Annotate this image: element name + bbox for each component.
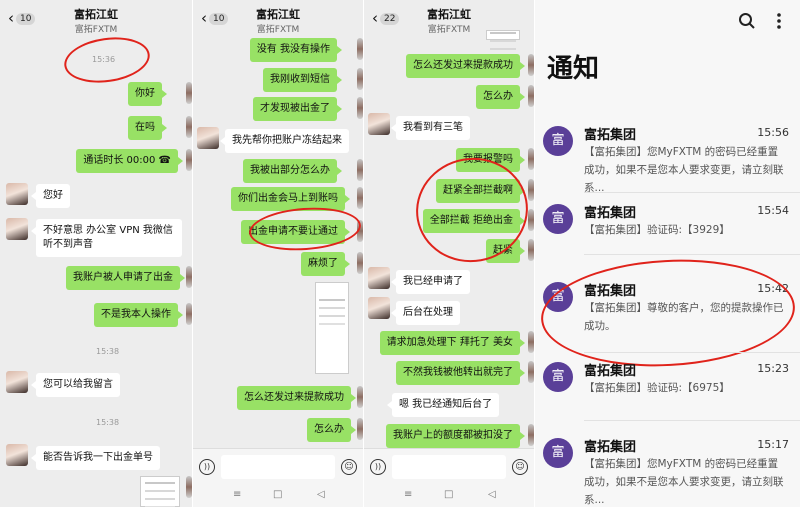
avatar [197,127,219,149]
avatar [6,183,28,205]
contact-subtitle: 富拓FXTM [74,25,118,35]
sender-name: 富拓集团 [584,206,637,221]
sender-name: 富拓集团 [584,440,637,455]
avatar [6,444,28,466]
message-bubble[interactable]: 您好 [31,184,70,208]
home-nav-icon[interactable]: □ [273,489,282,500]
message-bubble[interactable]: 没有 我没有操作 [249,38,343,62]
annotation-circle [538,253,798,373]
avatar: 富 [543,362,573,392]
message-bubble[interactable]: 你好 [128,82,167,106]
message-bubble[interactable]: 我刚收到短信 [263,68,342,92]
chat-screen-2: ‹ 10 富拓江虹 富拓FXTM 没有 我没有操作 我刚收到短信 才发现被出金了 … [193,0,363,507]
message-bubble[interactable]: 我账户被人申请了出金 [66,266,185,290]
message-bubble[interactable]: 怎么还发过来提款成功 [237,386,356,410]
message-bubble[interactable]: 嗯 我已经通知后台了 [386,393,500,417]
message-bubble[interactable]: 我看到有三笔 [391,116,470,140]
avatar: 富 [543,126,573,156]
divider [584,192,800,193]
notification-time: 15:54 [757,204,789,217]
notification-text: 【富拓集团】验证码:【6975】 [584,382,730,394]
avatar: 富 [543,204,573,234]
message-bubble[interactable]: 我已经申请了 [391,270,470,294]
notification-time: 15:17 [757,438,789,451]
contact-name: 富拓江虹 [427,8,471,21]
call-duration: 通话时长 00:00 [83,155,156,166]
chat-screen-1: ‹ 10 富拓江虹 富拓FXTM 15:36 你好 在吗 通话时长 00:00 ☎… [0,0,192,507]
avatar [368,267,390,289]
avatar: 富 [543,438,573,468]
voice-icon[interactable]: )) [370,459,386,475]
chat-header: ‹ 10 富拓江虹 富拓FXTM [0,0,192,40]
notification-text: 【富拓集团】您MyFXTM 的密码已经重置成功，如果不是您本人要求变更，请立刻联… [584,146,784,194]
notification-item[interactable]: 富 富拓集团 15:17 【富拓集团】您MyFXTM 的密码已经重置成功，如果不… [535,432,800,506]
divider [584,254,800,255]
call-record-bubble[interactable]: 通话时长 00:00 ☎ [76,149,183,173]
message-bubble[interactable]: 不好意思 办公室 VPN 我微信听不到声音 [31,219,182,257]
message-bubble[interactable]: 不是我本人操作 [94,303,183,327]
message-bubble[interactable]: 您可以给我留言 [31,373,120,397]
notification-text: 【富拓集团】验证码:【3929】 [584,224,730,236]
annotation-circle [61,32,153,88]
notification-time: 15:23 [757,362,789,375]
system-nav-bar: ≡ □ ◁ [193,485,363,507]
search-icon[interactable] [738,12,756,34]
menu-nav-icon[interactable]: ≡ [233,489,241,500]
timestamp: 15:38 [96,347,120,356]
contact-name: 富拓江虹 [256,8,300,21]
input-bar: )) ☺ [193,448,363,485]
page-title: 通知 [547,54,600,84]
notification-item[interactable]: 富 富拓集团 15:23 【富拓集团】验证码:【6975】 [535,356,800,408]
back-nav-icon[interactable]: ◁ [488,489,496,500]
notification-time: 15:56 [757,126,789,139]
notification-item[interactable]: 富 富拓集团 15:54 【富拓集团】验证码:【3929】 [535,198,800,250]
message-bubble[interactable]: 我被出部分怎么办 [243,159,342,183]
message-bubble[interactable]: 怎么办 [307,418,356,442]
phone-icon: ☎ [158,155,171,166]
contact-name: 富拓江虹 [74,8,118,21]
message-bubble[interactable]: 我先帮你把账户冻结起来 [220,129,349,153]
image-message[interactable] [140,476,180,507]
message-bubble[interactable]: 后台在处理 [391,301,460,325]
input-bar: )) ☺ [364,448,534,485]
back-nav-icon[interactable]: ◁ [317,489,325,500]
divider [584,420,800,421]
chat-screen-3: ‹ 22 富拓江虹 富拓FXTM 怎么还发过来提款成功 怎么办 我看到有三笔 我要… [364,0,534,507]
menu-nav-icon[interactable]: ≡ [404,489,412,500]
voice-icon[interactable]: )) [199,459,215,475]
message-bubble[interactable]: 我账户上的额度都被扣没了 [386,424,525,448]
annotation-circle [247,204,363,254]
image-message[interactable] [486,30,520,40]
message-bubble[interactable]: 在吗 [128,116,167,140]
message-input[interactable] [392,455,506,479]
emoji-icon[interactable]: ☺ [341,459,357,475]
notification-text: 【富拓集团】您MyFXTM 的密码已经重置成功，如果不是您本人要求变更，请立刻联… [584,458,784,506]
emoji-icon[interactable]: ☺ [512,459,528,475]
notification-screen: 通知 富 富拓集团 15:56 【富拓集团】您MyFXTM 的密码已经重置成功，… [535,0,800,507]
system-nav-bar: ≡ □ ◁ [364,485,534,507]
notification-item[interactable]: 富 富拓集团 15:56 【富拓集团】您MyFXTM 的密码已经重置成功，如果不… [535,120,800,194]
message-bubble[interactable]: 不然我钱被他转出就完了 [396,361,525,385]
chat-header: ‹ 10 富拓江虹 富拓FXTM [193,0,363,40]
avatar [368,297,390,319]
message-input[interactable] [221,455,335,479]
sender-name: 富拓集团 [584,128,637,143]
sender-name: 富拓集团 [584,364,637,379]
image-message[interactable] [315,282,349,374]
avatar [6,218,28,240]
contact-subtitle: 富拓FXTM [256,25,300,35]
divider [584,352,800,353]
avatar [368,113,390,135]
message-bubble[interactable]: 能否告诉我一下出金单号 [31,446,160,470]
timestamp: 15:38 [96,418,120,427]
message-bubble[interactable]: 请求加急处理下 拜托了 美女 [379,331,526,355]
message-bubble[interactable]: 怎么办 [476,85,525,109]
message-bubble[interactable]: 麻烦了 [301,252,350,276]
home-nav-icon[interactable]: □ [444,489,453,500]
message-bubble[interactable]: 怎么还发过来提款成功 [406,54,525,78]
avatar [6,371,28,393]
more-vert-icon[interactable] [776,12,782,34]
message-bubble[interactable]: 才发现被出金了 [253,97,342,121]
